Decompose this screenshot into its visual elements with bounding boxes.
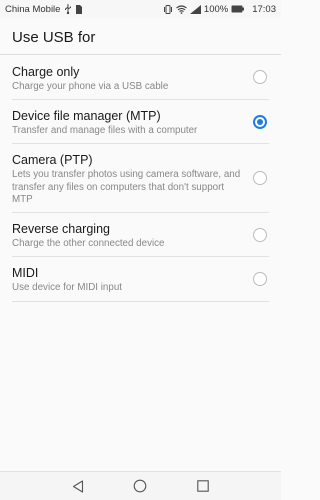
radio-camera-ptp[interactable] [253,171,267,185]
radio-device-file-manager[interactable] [253,115,267,129]
option-title: Charge only [12,65,80,79]
radio-midi[interactable] [253,272,267,286]
radio-reverse-charging[interactable] [253,228,267,242]
option-title: Camera (PTP) [12,153,93,167]
radio-charge-only[interactable] [253,70,267,84]
app-header: Use USB for [0,18,281,55]
option-subtitle: Charge the other connected device [12,238,165,249]
option-charge-only[interactable]: Charge only Charge your phone via a USB … [0,56,281,100]
divider [12,301,269,302]
usb-icon [64,4,72,14]
recents-icon[interactable] [196,479,210,493]
battery-icon [231,5,245,13]
status-bar: China Mobile 100% 17:03 [0,0,281,18]
carrier-name: China Mobile [5,3,61,15]
page-title: Use USB for [12,29,96,46]
option-subtitle: Lets you transfer photos using camera so… [12,169,241,205]
sim-icon [76,4,83,14]
battery-percent: 100% [203,3,229,15]
option-device-file-manager[interactable]: Device file manager (MTP) Transfer and m… [0,100,281,144]
home-icon[interactable] [133,479,147,493]
option-camera-ptp[interactable]: Camera (PTP) Lets you transfer photos us… [0,144,281,213]
usb-options-list: Charge only Charge your phone via a USB … [0,56,281,302]
back-icon[interactable] [71,479,85,493]
option-title: Reverse charging [12,222,110,236]
signal-icon [189,4,201,14]
clock: 17:03 [252,3,276,15]
vibrate-icon [163,4,173,14]
navigation-bar [0,471,281,500]
option-reverse-charging[interactable]: Reverse charging Charge the other connec… [0,213,281,257]
option-midi[interactable]: MIDI Use device for MIDI input [0,257,281,302]
option-subtitle: Charge your phone via a USB cable [12,81,169,92]
option-subtitle: Use device for MIDI input [12,282,122,293]
option-title: Device file manager (MTP) [12,109,161,123]
option-title: MIDI [12,266,39,280]
wifi-icon [176,4,187,14]
option-subtitle: Transfer and manage files with a compute… [12,125,198,136]
